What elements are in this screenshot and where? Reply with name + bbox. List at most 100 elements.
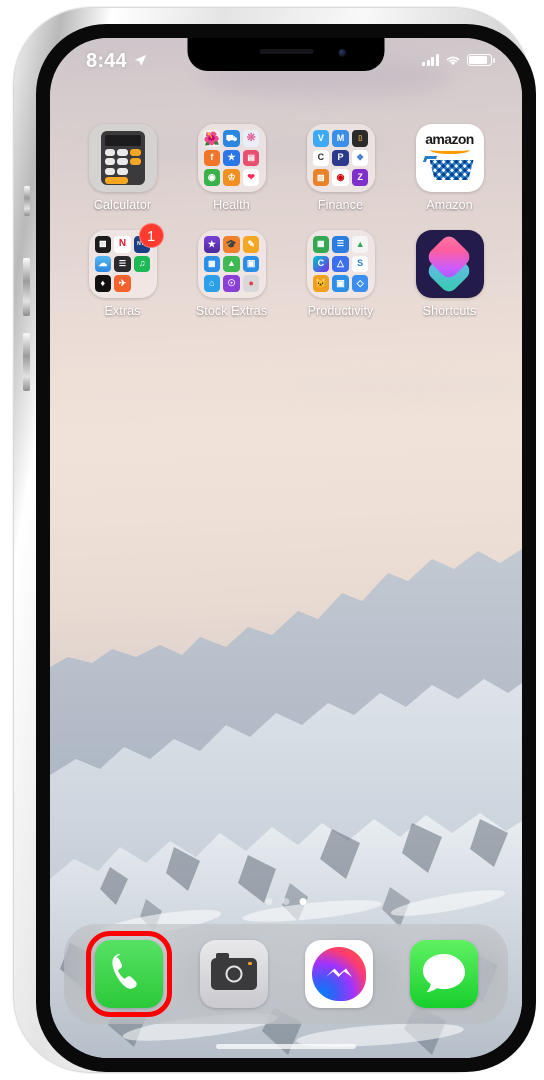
location-arrow-icon	[134, 54, 147, 66]
mini-app: ●	[242, 275, 260, 292]
mini-app: ✥	[351, 149, 369, 167]
dock-app-messages[interactable]	[409, 940, 478, 1008]
device-frame: 8:44 Calculator 🌺 ⛟ ❊ f ✯ ▤ ◉ ♔ ❤ Health…	[14, 8, 536, 1072]
icon-wrap: 1 ▩ N NYT ☁ ☰ ♫ ♦ ✈	[88, 223, 164, 298]
mini-app: ★	[203, 236, 221, 253]
mini-app: ☰	[114, 255, 131, 273]
camera-icon[interactable]	[199, 940, 268, 1008]
messages-icon[interactable]	[409, 940, 478, 1008]
amazon-smile-arrow	[429, 146, 470, 154]
app-label: Finance	[317, 198, 364, 212]
cellular-bars-icon	[422, 54, 439, 66]
app-amazon[interactable]: amazon Amazon	[395, 124, 504, 212]
dock-app-phone[interactable]	[85, 931, 172, 1017]
app-label: Calculator	[93, 198, 152, 212]
stock-extras-folder[interactable]: ★ 🎓 ✎ ▦ ▲ ▣ ⌂ ☉ ●	[197, 230, 266, 298]
amazon-wordmark: amazon	[425, 131, 474, 147]
mini-app: f	[203, 149, 221, 167]
page-indicator-dots[interactable]	[265, 898, 307, 905]
mini-app: ▲	[351, 236, 369, 253]
mini-app: P	[332, 149, 349, 167]
messenger-bubble	[311, 947, 366, 1001]
icon-wrap	[415, 230, 484, 298]
app-shortcuts[interactable]: Shortcuts	[395, 230, 504, 318]
icon-wrap: ▦ ☰ ▲ C △ S 🐱 ▣ ◇	[306, 230, 375, 298]
mini-app: C	[312, 255, 330, 273]
mini-app: N	[114, 236, 131, 253]
app-label: Health	[213, 198, 250, 212]
app-label: Productivity	[307, 304, 374, 318]
volume-up-button[interactable]	[23, 258, 30, 316]
amazon-icon[interactable]: amazon	[415, 124, 484, 192]
mini-app: V	[312, 130, 330, 147]
message-bubble-glyph	[422, 954, 465, 993]
mini-app: ◇	[351, 275, 369, 292]
page-dot[interactable]	[265, 898, 273, 905]
battery-fill	[469, 56, 488, 64]
notch	[187, 38, 385, 71]
silent-switch[interactable]	[24, 186, 30, 216]
mini-app: ✯	[223, 149, 240, 167]
app-label: Stock Extras	[195, 304, 268, 318]
mini-app: ☁	[94, 255, 112, 273]
status-indicators	[422, 54, 495, 66]
folder-stock-extras[interactable]: ★ 🎓 ✎ ▦ ▲ ▣ ⌂ ☉ ● Stock Extras	[177, 230, 286, 318]
notification-badge: 1	[138, 223, 164, 248]
app-label: Shortcuts	[422, 304, 477, 318]
icon-wrap: 🌺 ⛟ ❊ f ✯ ▤ ◉ ♔ ❤	[197, 124, 266, 192]
folder-extras[interactable]: 1 ▩ N NYT ☁ ☰ ♫ ♦ ✈	[68, 223, 177, 318]
home-indicator[interactable]	[216, 1044, 356, 1049]
mini-app: ▦	[312, 236, 330, 253]
mini-app: ♦	[94, 275, 112, 292]
calculator-icon[interactable]	[88, 124, 157, 192]
camera-viewfinder-bump	[215, 953, 229, 959]
page-dot-active[interactable]	[299, 898, 307, 905]
health-folder[interactable]: 🌺 ⛟ ❊ f ✯ ▤ ◉ ♔ ❤	[197, 124, 266, 192]
volume-down-button[interactable]	[23, 333, 30, 391]
mini-app	[134, 275, 151, 292]
mini-app: ◉	[332, 169, 349, 186]
folder-health[interactable]: 🌺 ⛟ ❊ f ✯ ▤ ◉ ♔ ❤ Health	[177, 124, 286, 212]
mini-app: 🎓	[223, 236, 240, 253]
messenger-icon[interactable]	[304, 940, 373, 1008]
cart-basket	[429, 160, 474, 180]
app-calculator[interactable]: Calculator	[68, 124, 177, 212]
phone-screen[interactable]: 8:44 Calculator 🌺 ⛟ ❊ f ✯ ▤ ◉ ♔ ❤ Health…	[50, 38, 522, 1058]
mini-app: ❊	[242, 130, 260, 147]
app-grid: Calculator 🌺 ⛟ ❊ f ✯ ▤ ◉ ♔ ❤ Health V M …	[50, 124, 522, 318]
mini-app: ▤	[242, 149, 260, 167]
mini-app: 🐱	[312, 275, 330, 292]
dock	[64, 924, 508, 1024]
mini-app: ▦	[203, 255, 221, 273]
folder-productivity[interactable]: ▦ ☰ ▲ C △ S 🐱 ▣ ◇ Productivity	[286, 230, 395, 318]
camera-body	[210, 953, 257, 990]
icon-wrap: V M ▯ C P ✥ ▧ ◉ Z	[306, 124, 375, 192]
folder-finance[interactable]: V M ▯ C P ✥ ▧ ◉ Z Finance	[286, 124, 395, 212]
mini-app: ✎	[242, 236, 260, 253]
messenger-bolt-glyph	[325, 968, 352, 977]
shopping-cart-icon	[422, 156, 476, 182]
cloud	[280, 378, 522, 398]
dock-app-camera[interactable]	[199, 940, 268, 1008]
mini-app: ▯	[351, 130, 369, 147]
mini-app: ❤	[242, 169, 260, 186]
mini-app: △	[332, 255, 349, 273]
dock-app-messenger[interactable]	[304, 940, 373, 1008]
productivity-folder[interactable]: ▦ ☰ ▲ C △ S 🐱 ▣ ◇	[306, 230, 375, 298]
phone-icon[interactable]	[94, 940, 163, 1008]
camera-indicator-dot	[248, 962, 252, 966]
battery-icon	[467, 54, 495, 66]
mini-app: ▣	[332, 275, 349, 292]
mini-app: ♔	[223, 169, 240, 186]
mini-app: ▲	[223, 255, 240, 273]
icon-wrap: amazon	[415, 124, 484, 192]
mini-app: ⛟	[223, 130, 240, 147]
app-label: Amazon	[426, 198, 473, 212]
shortcuts-icon[interactable]	[415, 230, 484, 298]
page-dot[interactable]	[282, 898, 290, 905]
mini-app: ▣	[242, 255, 260, 273]
mini-app: ▩	[94, 236, 112, 253]
finance-folder[interactable]: V M ▯ C P ✥ ▧ ◉ Z	[306, 124, 375, 192]
mini-app: Z	[351, 169, 369, 186]
mini-app: S	[351, 255, 369, 273]
